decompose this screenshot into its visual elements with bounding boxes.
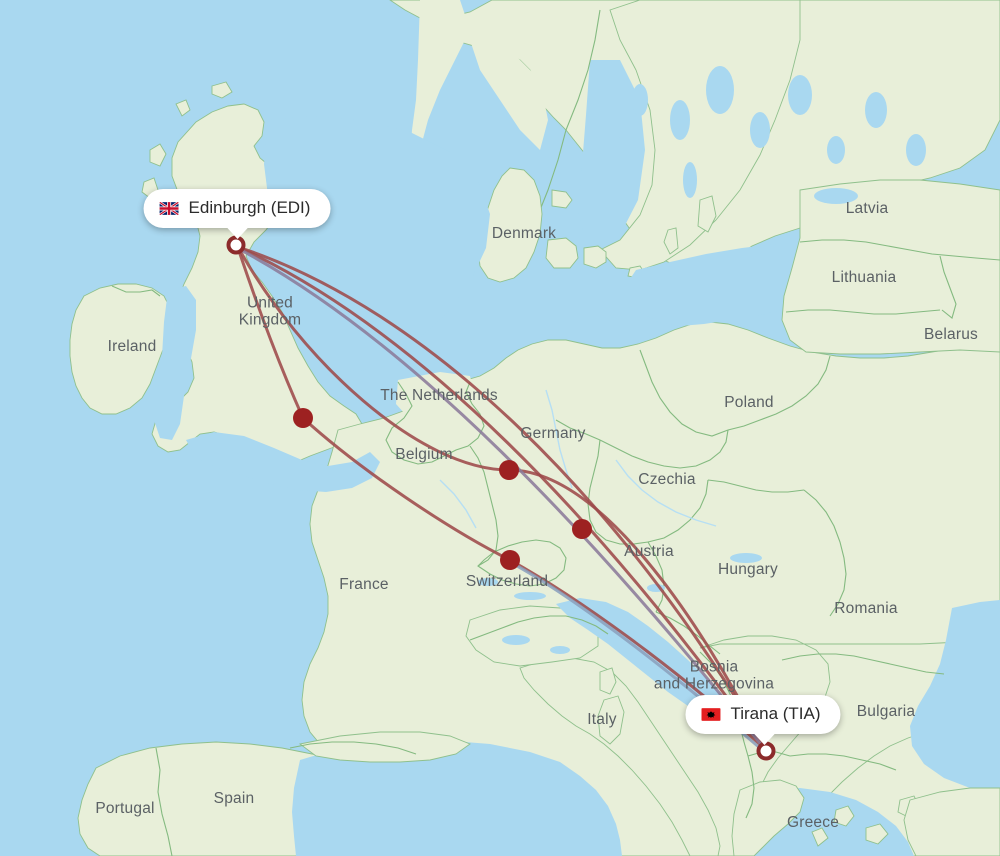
flag-icon-al — [701, 707, 721, 721]
route-stop-dot[interactable] — [293, 408, 313, 428]
origin-airport-callout[interactable]: Edinburgh (EDI) — [143, 189, 331, 239]
map-canvas: .land { fill:#e8efd9; stroke:#8fc08c; st… — [0, 0, 1000, 856]
origin-airport-label: Edinburgh (EDI) — [188, 198, 311, 217]
callout-tail — [751, 732, 776, 745]
destination-airport-label: Tirana (TIA) — [730, 704, 821, 723]
flag-icon-gb — [159, 201, 179, 215]
route-stop-dot[interactable] — [500, 550, 520, 570]
destination-airport-callout[interactable]: Tirana (TIA) — [685, 695, 841, 745]
route-stop-dot[interactable] — [499, 460, 519, 480]
callout-tail — [225, 226, 250, 239]
route-stop-dot[interactable] — [572, 519, 592, 539]
flight-route-map[interactable]: .land { fill:#e8efd9; stroke:#8fc08c; st… — [0, 0, 1000, 856]
